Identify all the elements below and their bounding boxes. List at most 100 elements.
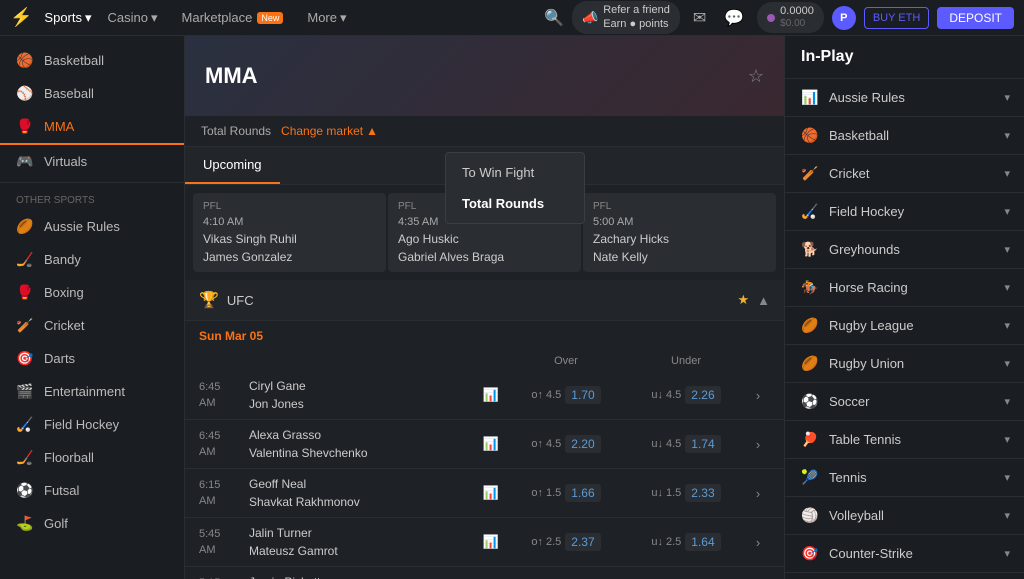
fighter1: Alexa Grasso bbox=[249, 426, 476, 444]
inplay-item-tennis[interactable]: 🎾 Tennis ▾ bbox=[785, 459, 1024, 497]
dropdown-to-win-fight[interactable]: To Win Fight bbox=[446, 157, 584, 188]
main-layout: 🏀Basketball⚾Baseball🥊MMA🎮Virtuals Other … bbox=[0, 36, 1024, 579]
market-dropdown: To Win Fight Total Rounds bbox=[445, 152, 585, 224]
fighter2: Jon Jones bbox=[249, 395, 476, 413]
match-time: 5:15AM bbox=[199, 575, 249, 579]
inplay-item-volleyball[interactable]: 🏐 Volleyball ▾ bbox=[785, 497, 1024, 535]
tab-upcoming[interactable]: Upcoming bbox=[185, 147, 280, 184]
stats-chart-icon[interactable]: 📊 bbox=[476, 387, 506, 403]
inplay-item-league-of-legends[interactable]: 🎮 League of Legends ▾ bbox=[785, 573, 1024, 579]
casino-nav-link[interactable]: Casino ▾ bbox=[100, 10, 166, 26]
ufc-header[interactable]: 🏆 UFC ★ ▲ bbox=[185, 280, 784, 321]
under-odds-button[interactable]: 2.26 bbox=[685, 386, 720, 404]
megaphone-icon: 📣 bbox=[582, 10, 598, 26]
sidebar-item-cricket[interactable]: 🏏Cricket bbox=[0, 309, 184, 342]
inplay-item-aussie-rules[interactable]: 📊 Aussie Rules ▾ bbox=[785, 79, 1024, 117]
sport-icon: 🎯 bbox=[16, 350, 34, 367]
event-league: PFL bbox=[203, 201, 376, 212]
inplay-item-horse-racing[interactable]: 🏇 Horse Racing ▾ bbox=[785, 269, 1024, 307]
chevron-down-icon: ▾ bbox=[340, 10, 347, 26]
sport-icon: 🎮 bbox=[16, 153, 34, 170]
sidebar-item-baseball[interactable]: ⚾Baseball bbox=[0, 77, 184, 110]
over-odds-button[interactable]: 1.66 bbox=[565, 484, 600, 502]
event-card[interactable]: PFL 4:10 AM Vikas Singh Ruhil James Gonz… bbox=[193, 193, 386, 272]
other-sports-list: 🏉Aussie Rules🏒Bandy🥊Boxing🏏Cricket🎯Darts… bbox=[0, 210, 184, 540]
under-points-label: u↓ 2.5 bbox=[651, 536, 681, 548]
match-expand-arrow[interactable]: › bbox=[746, 486, 770, 501]
stats-chart-icon[interactable]: 📊 bbox=[476, 436, 506, 452]
buy-eth-button[interactable]: BUY ETH bbox=[864, 7, 929, 29]
sidebar-item-label: Cricket bbox=[44, 318, 84, 333]
more-nav-link[interactable]: More ▾ bbox=[299, 10, 354, 26]
over-odds-button[interactable]: 2.20 bbox=[565, 435, 600, 453]
inplay-item-cricket[interactable]: 🏏 Cricket ▾ bbox=[785, 155, 1024, 193]
sidebar-item-basketball[interactable]: 🏀Basketball bbox=[0, 44, 184, 77]
notifications-icon[interactable]: 💬 bbox=[719, 8, 749, 28]
chevron-down-icon: ▾ bbox=[85, 10, 92, 26]
search-icon[interactable]: 🔍 bbox=[544, 8, 564, 28]
match-expand-arrow[interactable]: › bbox=[746, 437, 770, 452]
stats-chart-icon[interactable]: 📊 bbox=[476, 534, 506, 550]
inplay-item-label: Volleyball bbox=[829, 508, 1004, 523]
sidebar-item-mma[interactable]: 🥊MMA bbox=[0, 110, 184, 145]
over-odds-button[interactable]: 1.70 bbox=[565, 386, 600, 404]
messages-icon[interactable]: ✉ bbox=[688, 8, 711, 28]
dropdown-total-rounds[interactable]: Total Rounds bbox=[446, 188, 584, 219]
sidebar-item-darts[interactable]: 🎯Darts bbox=[0, 342, 184, 375]
under-odds-button[interactable]: 1.64 bbox=[685, 533, 720, 551]
over-points-label: o↑ 4.5 bbox=[531, 438, 561, 450]
ufc-matches-list: 6:45AM Ciryl Gane Jon Jones 📊 o↑ 4.5 1.7… bbox=[185, 371, 784, 579]
avatar[interactable]: P bbox=[832, 6, 856, 30]
sidebar-item-floorball[interactable]: 🏒Floorball bbox=[0, 441, 184, 474]
inplay-item-soccer[interactable]: ⚽ Soccer ▾ bbox=[785, 383, 1024, 421]
over-odds-group: o↑ 4.5 2.20 bbox=[506, 435, 626, 453]
sidebar-item-futsal[interactable]: ⚽Futsal bbox=[0, 474, 184, 507]
inplay-item-table-tennis[interactable]: 🏓 Table Tennis ▾ bbox=[785, 421, 1024, 459]
deposit-button[interactable]: DEPOSIT bbox=[937, 7, 1014, 29]
sidebar-item-virtuals[interactable]: 🎮Virtuals bbox=[0, 145, 184, 178]
sport-icon: ⛳ bbox=[16, 515, 34, 532]
other-sports-section-label: Other sports bbox=[0, 187, 184, 210]
sidebar-item-golf[interactable]: ⛳Golf bbox=[0, 507, 184, 540]
over-odds-button[interactable]: 2.37 bbox=[565, 533, 600, 551]
inplay-item-greyhounds[interactable]: 🐕 Greyhounds ▾ bbox=[785, 231, 1024, 269]
sidebar-item-bandy[interactable]: 🏒Bandy bbox=[0, 243, 184, 276]
match-fighters: Alexa Grasso Valentina Shevchenko bbox=[249, 426, 476, 462]
mma-favorite-star[interactable]: ☆ bbox=[748, 66, 764, 87]
under-odds-button[interactable]: 1.74 bbox=[685, 435, 720, 453]
match-expand-arrow[interactable]: › bbox=[746, 388, 770, 403]
casino-label: Casino bbox=[108, 10, 148, 25]
ufc-favorite-star[interactable]: ★ bbox=[737, 292, 749, 308]
sidebar-item-aussie-rules[interactable]: 🏉Aussie Rules bbox=[0, 210, 184, 243]
sidebar-item-entertainment[interactable]: 🎬Entertainment bbox=[0, 375, 184, 408]
right-sidebar: In-Play 📊 Aussie Rules ▾ 🏀 Basketball ▾ … bbox=[784, 36, 1024, 579]
inplay-item-counter-strike[interactable]: 🎯 Counter-Strike ▾ bbox=[785, 535, 1024, 573]
inplay-item-rugby-league[interactable]: 🏉 Rugby League ▾ bbox=[785, 307, 1024, 345]
stats-chart-icon[interactable]: 📊 bbox=[476, 485, 506, 501]
inplay-item-label: Table Tennis bbox=[829, 432, 1004, 447]
under-odds-button[interactable]: 2.33 bbox=[685, 484, 720, 502]
sport-icon: 🎾 bbox=[799, 469, 821, 486]
marketplace-nav-link[interactable]: Marketplace New bbox=[174, 10, 292, 25]
chevron-down-icon: ▾ bbox=[1004, 547, 1010, 560]
event-fighter1: Zachary Hicks bbox=[593, 232, 766, 246]
change-market-button[interactable]: Change market ▲ bbox=[281, 124, 378, 138]
sport-icon: 🏑 bbox=[16, 416, 34, 433]
chevron-down-icon: ▾ bbox=[1004, 433, 1010, 446]
match-expand-arrow[interactable]: › bbox=[746, 535, 770, 550]
table-row: 6:45AM Ciryl Gane Jon Jones 📊 o↑ 4.5 1.7… bbox=[185, 371, 784, 420]
market-label: Total Rounds bbox=[201, 124, 271, 138]
inplay-item-rugby-union[interactable]: 🏉 Rugby Union ▾ bbox=[785, 345, 1024, 383]
sidebar-item-field-hockey[interactable]: 🏑Field Hockey bbox=[0, 408, 184, 441]
inplay-item-basketball[interactable]: 🏀 Basketball ▾ bbox=[785, 117, 1024, 155]
event-card[interactable]: PFL 5:00 AM Zachary Hicks Nate Kelly bbox=[583, 193, 776, 272]
sidebar-item-boxing[interactable]: 🥊Boxing bbox=[0, 276, 184, 309]
event-time: 5:00 AM bbox=[593, 216, 766, 228]
inplay-item-field-hockey[interactable]: 🏑 Field Hockey ▾ bbox=[785, 193, 1024, 231]
inplay-item-label: Counter-Strike bbox=[829, 546, 1004, 561]
under-odds-group: u↓ 2.5 1.64 bbox=[626, 533, 746, 551]
ufc-collapse-chevron[interactable]: ▲ bbox=[757, 293, 770, 308]
refer-friend-button[interactable]: 📣 Refer a friend Earn ● points bbox=[572, 1, 680, 33]
inplay-item-label: Rugby Union bbox=[829, 356, 1004, 371]
sports-dropdown-button[interactable]: Sports ▾ bbox=[44, 10, 91, 26]
